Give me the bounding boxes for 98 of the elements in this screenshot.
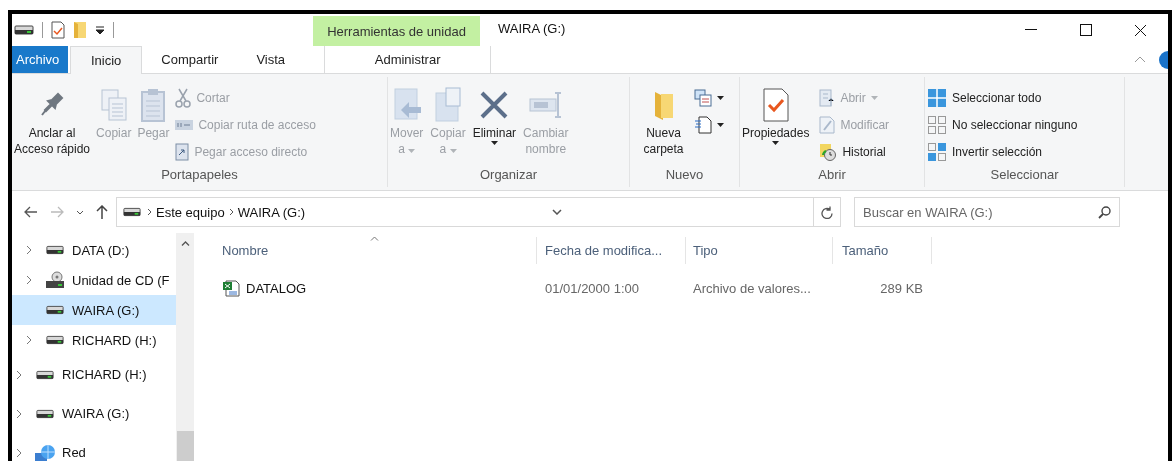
customize-icon[interactable] bbox=[95, 25, 105, 35]
group-label: Nuevo bbox=[665, 167, 704, 184]
close-icon[interactable] bbox=[1134, 23, 1147, 37]
shortcut-icon bbox=[175, 142, 190, 161]
nav-label: RICHARD (H:) bbox=[62, 367, 147, 382]
nav-label: Unidad de CD (F bbox=[72, 272, 170, 288]
table-cell-text: 01/01/2000 1:00 bbox=[544, 280, 640, 296]
new-item-icon bbox=[693, 88, 712, 107]
select-none-icon bbox=[927, 114, 947, 135]
table-cell-text: Archivo de valores... bbox=[692, 280, 812, 296]
nav-item[interactable]: WAIRA (G:) bbox=[12, 295, 176, 325]
drive-icon bbox=[46, 245, 64, 255]
path-icon bbox=[175, 119, 194, 130]
nav-item[interactable]: Red bbox=[12, 433, 176, 461]
chevron-icon[interactable] bbox=[26, 335, 32, 345]
chevron-icon[interactable] bbox=[16, 408, 22, 419]
nav-label: DATA (D:) bbox=[72, 242, 130, 258]
scroll-thumb[interactable] bbox=[176, 431, 194, 461]
select-all-icon bbox=[927, 87, 947, 108]
breadcrumb[interactable]: Este equipo bbox=[152, 204, 229, 220]
chevron-icon[interactable] bbox=[26, 275, 32, 285]
group-label: Abrir bbox=[818, 167, 846, 184]
group-label: Organizar bbox=[479, 167, 538, 184]
properties-icon[interactable] bbox=[51, 21, 65, 39]
column-header[interactable]: Tipo bbox=[686, 237, 833, 264]
window-title: WAIRA (G:) bbox=[497, 19, 566, 38]
ribbon-tab[interactable]: Vista bbox=[237, 46, 305, 73]
search-field[interactable]: Buscar en WAIRA (G:) bbox=[854, 197, 1120, 227]
chevron-icon[interactable] bbox=[228, 208, 234, 216]
maximize-icon[interactable] bbox=[1079, 24, 1092, 36]
drive-icon bbox=[46, 305, 64, 315]
cd-drive-icon bbox=[45, 271, 65, 289]
recent-locations-icon[interactable] bbox=[76, 209, 84, 215]
nav-item[interactable]: RICHARD (H:) bbox=[12, 325, 176, 355]
nav-item[interactable]: Unidad de CD (F bbox=[12, 265, 176, 295]
scroll-up-icon[interactable] bbox=[180, 241, 190, 246]
ribbon-button[interactable] bbox=[693, 114, 724, 135]
refresh-icon[interactable] bbox=[821, 205, 833, 219]
chevron-icon[interactable] bbox=[147, 208, 152, 216]
ribbon-button[interactable]: Propiedades bbox=[742, 79, 810, 167]
group-label: Seleccionar bbox=[990, 167, 1059, 184]
spreadsheet-icon bbox=[222, 279, 240, 297]
nav-item[interactable]: DATA (D:) bbox=[12, 235, 176, 265]
table-cell[interactable]: DATALOG bbox=[194, 279, 537, 297]
ribbon-button[interactable]: Anclar al Acceso rápido bbox=[14, 79, 91, 167]
drive-icon bbox=[123, 206, 141, 217]
ribbon-button[interactable]: Seleccionar todo bbox=[927, 87, 1078, 108]
column-header[interactable]: Nombre bbox=[194, 237, 537, 264]
clipboard-icon bbox=[140, 87, 167, 123]
ribbon-tab[interactable]: Inicio bbox=[70, 46, 143, 74]
open-icon bbox=[819, 88, 836, 107]
ribbon-button[interactable]: Invertir selección bbox=[927, 141, 1078, 162]
invert-selection-icon bbox=[927, 141, 947, 162]
edit-icon bbox=[819, 115, 836, 134]
properties-icon bbox=[761, 88, 790, 122]
scissors-icon bbox=[175, 87, 192, 108]
ribbon-button[interactable] bbox=[693, 87, 724, 108]
ribbon-tab[interactable]: Archivo bbox=[12, 46, 68, 73]
column-header[interactable]: Tamaño bbox=[833, 237, 932, 264]
nav-label: Red bbox=[62, 445, 86, 460]
copy-icon bbox=[99, 88, 128, 122]
table-cell-text: 289 KB bbox=[879, 280, 924, 296]
back-icon[interactable] bbox=[24, 206, 38, 218]
copy-to-icon bbox=[432, 87, 464, 123]
ribbon-button[interactable]: Nueva carpeta bbox=[643, 79, 684, 167]
nav-item[interactable]: RICHARD (H:) bbox=[12, 355, 176, 394]
nav-label: WAIRA (G:) bbox=[72, 302, 140, 318]
ribbon-button[interactable]: Eliminar bbox=[472, 79, 517, 167]
ribbon-tab[interactable]: Compartir bbox=[142, 46, 238, 73]
group-label: Portapapeles bbox=[161, 167, 238, 184]
nav-item[interactable]: WAIRA (G:) bbox=[12, 394, 176, 433]
history-icon bbox=[819, 142, 838, 161]
drive-icon bbox=[36, 369, 54, 380]
column-header[interactable]: Fecha de modifica... bbox=[537, 237, 686, 264]
breadcrumb[interactable]: WAIRA (G:) bbox=[233, 204, 310, 220]
ribbon-button[interactable]: Historial bbox=[819, 141, 890, 162]
minimize-icon[interactable] bbox=[1024, 29, 1037, 31]
ribbon-button[interactable]: No seleccionar ninguno bbox=[927, 114, 1078, 135]
scrollbar[interactable] bbox=[176, 233, 194, 461]
rename-icon bbox=[527, 89, 564, 121]
address-bar[interactable]: Este equipo WAIRA (G:) bbox=[116, 197, 841, 227]
network-icon bbox=[34, 443, 56, 461]
drive-icon bbox=[14, 25, 34, 35]
dropdown-icon[interactable] bbox=[552, 209, 563, 215]
up-icon[interactable] bbox=[96, 205, 108, 219]
sort-icon bbox=[370, 236, 379, 241]
chevron-icon[interactable] bbox=[16, 447, 22, 458]
nav-label: RICHARD (H:) bbox=[72, 332, 157, 348]
chevron-icon[interactable] bbox=[26, 245, 32, 255]
collapse-ribbon-icon[interactable] bbox=[1134, 56, 1146, 63]
nav-label: WAIRA (G:) bbox=[62, 406, 130, 421]
search-icon[interactable] bbox=[1098, 205, 1111, 219]
chevron-icon[interactable] bbox=[16, 369, 22, 380]
drive-icon bbox=[46, 335, 64, 345]
easy-access-icon bbox=[693, 115, 712, 134]
drive-icon bbox=[36, 408, 54, 419]
help-icon[interactable] bbox=[1156, 49, 1168, 70]
context-tab-group: Herramientas de unidad bbox=[313, 16, 480, 46]
